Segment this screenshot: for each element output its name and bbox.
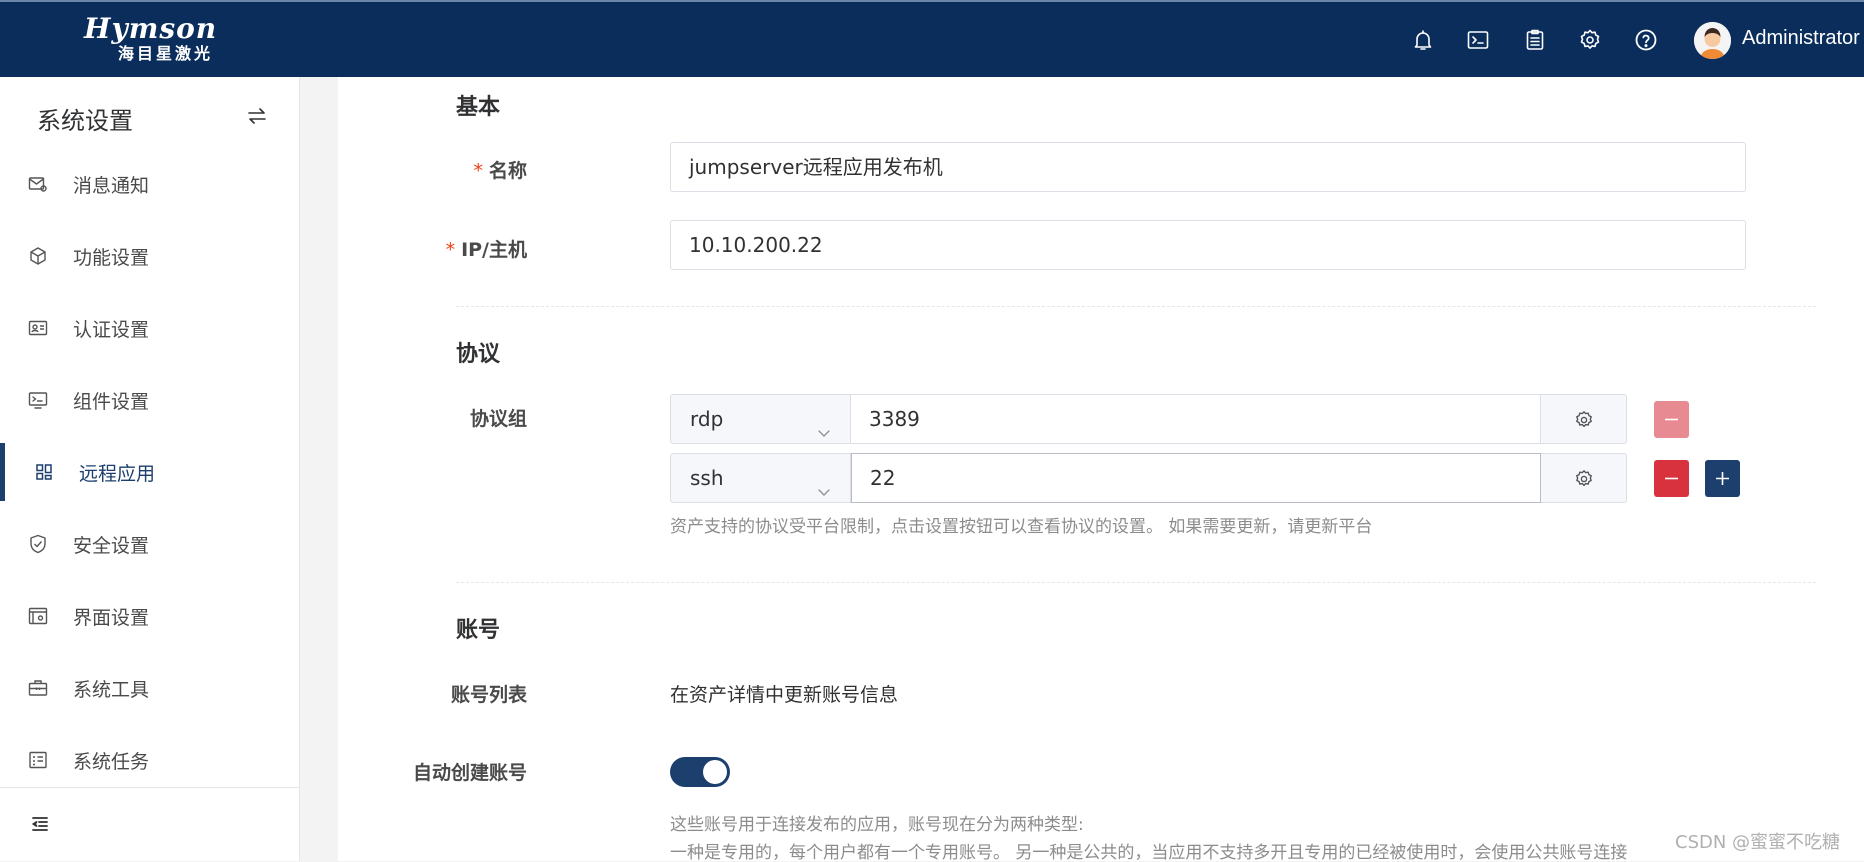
avatar[interactable] [1694,22,1731,59]
protocol-group-label: 协议组 [469,408,527,430]
sidebar-item-authentication[interactable]: 认证设置 [0,299,299,357]
port-input[interactable]: 3389 [851,394,1541,444]
gear-icon[interactable] [1578,28,1602,52]
sidebar-item-interface[interactable]: 界面设置 [0,587,299,645]
protocol-help-text: 资产支持的协议受平台限制，点击设置按钮可以查看协议的设置。 如果需要更新，请更新… [670,517,1373,537]
terminal-icon[interactable] [1466,28,1490,52]
name-input[interactable]: jumpserver远程应用发布机 [670,142,1746,192]
sidebar-title: 系统设置 [37,107,133,135]
name-label: * 名称 [473,156,527,183]
remove-protocol-button[interactable] [1654,460,1689,497]
protocol-row: rdp 3389 [670,394,1627,444]
logo-text-en: Hymson [84,12,218,45]
plus-icon [1716,472,1729,485]
section-divider [456,306,1816,307]
account-list-label: 账号列表 [450,684,527,706]
minus-icon [1665,418,1678,421]
swap-arrows-icon[interactable] [246,105,268,127]
logo-text-cn: 海目星激光 [118,44,214,63]
window-settings-icon [28,606,48,626]
sidebar-footer [0,787,299,862]
account-help-line-1: 这些账号用于连接发布的应用，账号现在分为两种类型: [670,815,1084,835]
sidebar-item-label: 远程应用 [79,463,156,485]
sidebar-item-tasks[interactable]: 系统任务 [0,731,299,789]
switch-knob [703,760,727,784]
sidebar-item-notifications[interactable]: 消息通知 [0,155,299,213]
protocol-settings-button[interactable] [1541,394,1627,444]
sidebar-item-label: 界面设置 [73,607,150,629]
name-label-text: 名称 [488,160,527,182]
gear-icon [1576,411,1592,428]
watermark: CSDN @蜜蜜不吃糖 [1675,832,1841,853]
add-protocol-button[interactable] [1705,460,1740,497]
protocol-settings-button[interactable] [1541,453,1627,503]
username[interactable]: Administrator [1742,27,1860,50]
terminal-icon [28,390,48,410]
required-mark: * [473,160,483,182]
sidebar-item-label: 认证设置 [73,319,150,341]
sidebar-item-label: 系统工具 [73,679,150,701]
sidebar: 系统设置 消息通知 功能设置 认证设置 组件设置 远程应用 安全设置 界面设置 … [0,77,300,861]
help-icon[interactable] [1634,28,1658,52]
account-help-line-2: 一种是专用的，每个用户都有一个专用账号。 另一种是公共的，当应用不支持多开且专用… [670,843,1628,861]
top-navbar: Hymson 海目星激光 Administrator [0,0,1864,77]
menu-fold-icon[interactable] [30,814,50,834]
section-title-basic: 基本 [456,95,501,120]
minus-icon [1665,477,1678,480]
sidebar-item-components[interactable]: 组件设置 [0,371,299,429]
sidebar-item-features[interactable]: 功能设置 [0,227,299,285]
remove-protocol-button[interactable] [1654,401,1689,438]
sidebar-item-label: 消息通知 [73,175,150,197]
port-input[interactable]: 22 [851,453,1541,503]
required-mark: * [445,239,456,261]
protocol-select-value: ssh [690,466,724,490]
shield-icon [28,534,48,554]
company-logo[interactable]: Hymson 海目星激光 [84,14,217,64]
sidebar-item-remote-apps[interactable]: 远程应用 [0,443,299,501]
bell-icon[interactable] [1411,28,1435,52]
sidebar-item-label: 安全设置 [73,535,150,557]
protocol-select[interactable]: ssh [670,453,851,503]
sidebar-item-label: 组件设置 [73,391,150,413]
ip-host-input[interactable]: 10.10.200.22 [670,220,1746,270]
task-list-icon [28,750,48,770]
apps-icon [34,462,54,482]
protocol-select[interactable]: rdp [670,394,851,444]
auto-create-label: 自动创建账号 [412,762,527,784]
chevron-down-icon [816,469,832,496]
id-card-icon [28,318,48,338]
auto-create-account-switch[interactable] [670,757,730,787]
ip-label: * IP/主机 [446,235,527,262]
section-title-protocol: 协议 [456,342,501,367]
toolbox-icon [28,678,48,698]
sidebar-item-tools[interactable]: 系统工具 [0,659,299,717]
gear-icon [1576,470,1592,487]
mail-settings-icon [28,174,48,194]
protocol-select-value: rdp [690,407,724,431]
sidebar-item-security[interactable]: 安全设置 [0,515,299,573]
clipboard-icon[interactable] [1523,28,1547,52]
section-title-account: 账号 [456,618,501,643]
account-list-value: 在资产详情中更新账号信息 [670,684,899,706]
chevron-down-icon [816,410,832,437]
protocol-row: ssh 22 [670,453,1627,503]
section-divider [456,582,1816,583]
main-form: 基本 * 名称 jumpserver远程应用发布机 * IP/主机 10.10.20… [338,77,1864,861]
sidebar-item-label: 系统任务 [73,751,150,773]
sidebar-item-label: 功能设置 [73,247,150,269]
ip-label-text: IP/主机 [461,239,527,261]
cube-icon [28,246,48,266]
